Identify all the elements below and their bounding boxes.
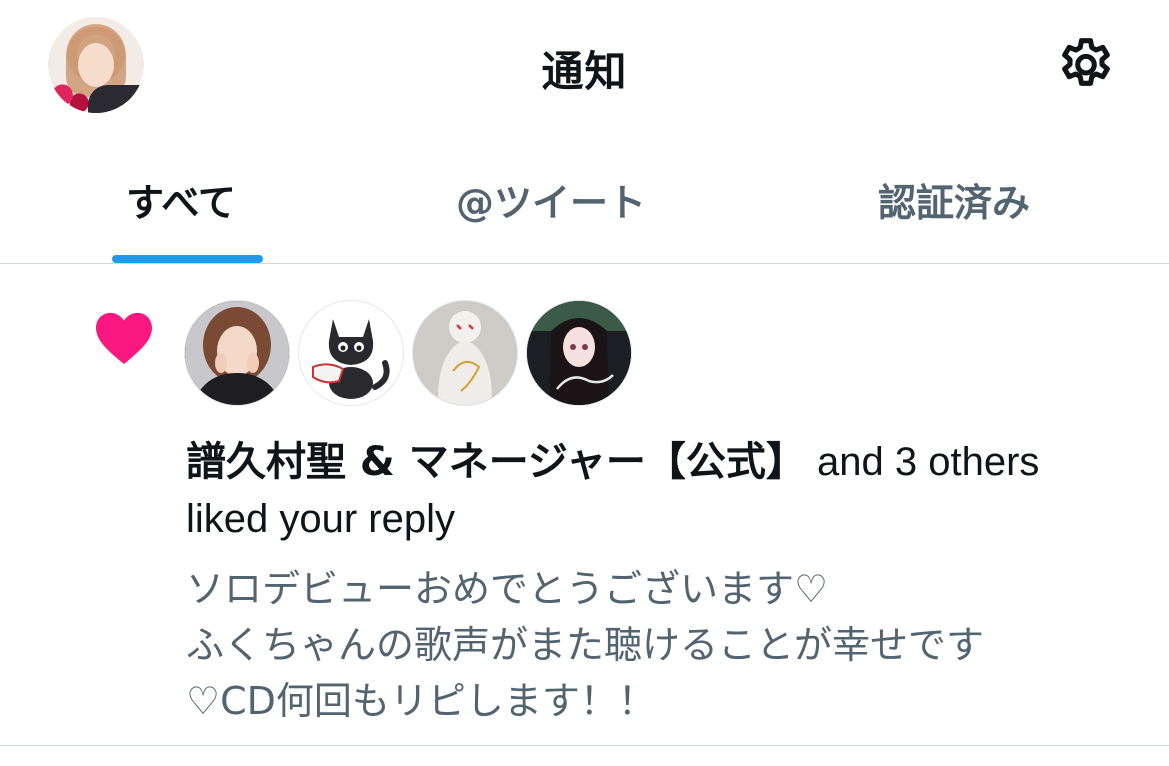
avatar-image (527, 301, 631, 405)
header: 通知 (0, 0, 1169, 130)
avatar-image (413, 301, 517, 405)
gear-icon (1062, 38, 1110, 86)
others-count: and 3 others (805, 440, 1040, 484)
avatar-image (299, 301, 403, 405)
reply-line: ♡CD何回もリピします！！ (186, 679, 656, 723)
notifications-screen: 通知 すべて @ツイート 認証済み 譜久村聖 & マネージャー【公式】 and … (0, 0, 1169, 766)
avatar[interactable] (526, 300, 632, 406)
notification-action: liked your reply (186, 497, 456, 541)
notification-item[interactable]: 譜久村聖 & マネージャー【公式】 and 3 others liked you… (0, 264, 1169, 745)
reply-line: ふくちゃんの歌声がまた聴けることが幸せです (186, 623, 985, 667)
tab-verified[interactable]: 認証済み (878, 172, 1030, 227)
avatar[interactable] (298, 300, 404, 406)
liker-name[interactable]: 譜久村聖 & マネージャー【公式】 (186, 439, 806, 485)
avatar[interactable] (184, 300, 290, 406)
heart-icon (96, 312, 152, 364)
settings-button[interactable] (1052, 32, 1120, 100)
tab-all[interactable]: すべて (126, 172, 236, 227)
reply-line: ソロデビューおめでとうございます♡ (186, 567, 829, 611)
reply-preview: ソロデビューおめでとうございます♡ ふくちゃんの歌声がまた聴けることが幸せです … (186, 561, 1106, 729)
page-title: 通知 (541, 47, 628, 96)
divider (0, 745, 1169, 746)
notification-summary: 譜久村聖 & マネージャー【公式】 and 3 others liked you… (186, 434, 1086, 548)
avatar-image (185, 301, 289, 405)
active-tab-indicator (112, 255, 263, 263)
avatar[interactable] (412, 300, 518, 406)
tab-mentions[interactable]: @ツイート (456, 172, 646, 227)
tab-bar: すべて @ツイート 認証済み (0, 150, 1169, 263)
